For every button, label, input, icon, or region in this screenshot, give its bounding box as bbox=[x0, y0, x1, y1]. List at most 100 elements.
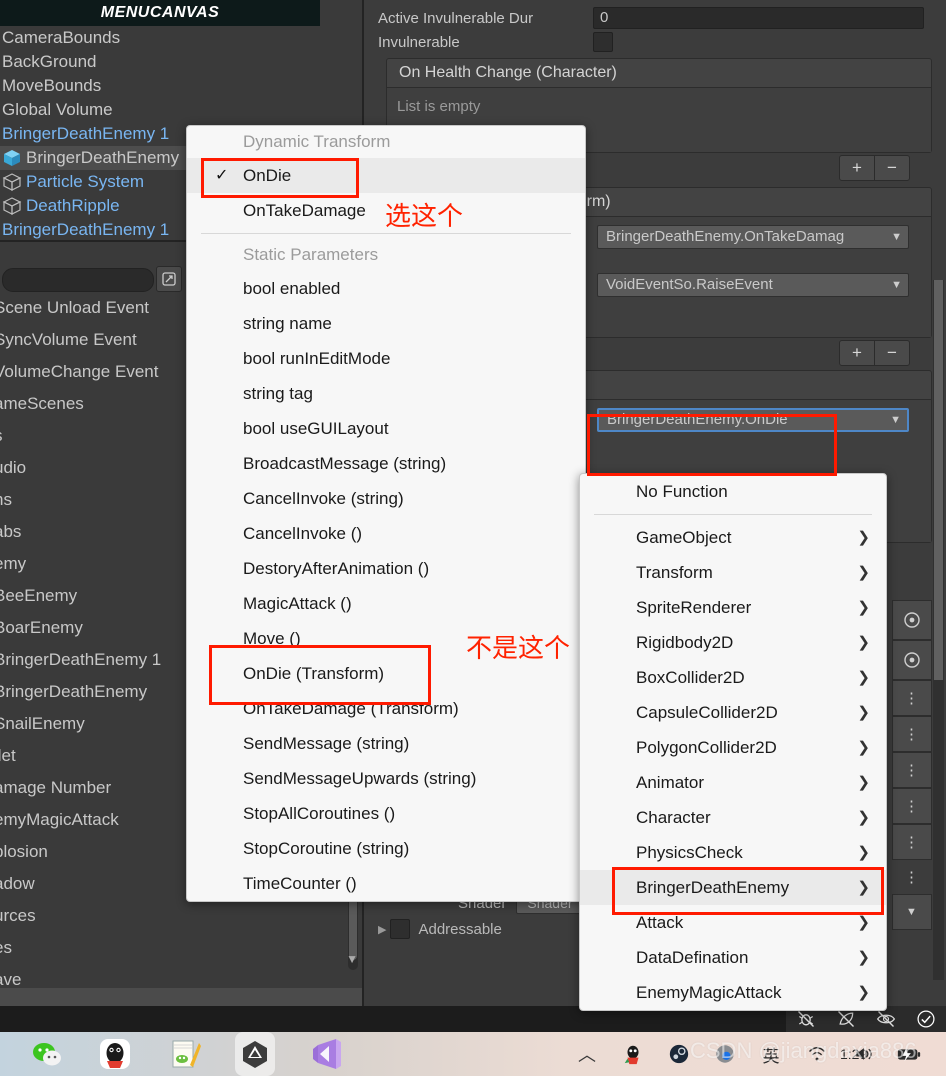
qq-tray-icon bbox=[624, 1045, 639, 1065]
eye-muted-icon[interactable] bbox=[876, 1009, 896, 1029]
menu-item-label: DataDefination bbox=[636, 948, 749, 967]
component-menu-button[interactable]: ⋮ bbox=[892, 680, 932, 716]
menu-item-transform[interactable]: Transform ❯ bbox=[580, 555, 886, 590]
taskbar-icon-wechat[interactable] bbox=[24, 1032, 70, 1076]
list-empty-text: List is empty bbox=[397, 98, 481, 115]
taskbar-icon-qq[interactable] bbox=[92, 1032, 138, 1076]
menu-item-label: string name bbox=[243, 314, 332, 333]
menu-item-static[interactable]: bool runInEditMode bbox=[187, 341, 585, 376]
menu-item-enemymagicattack[interactable]: EnemyMagicAttack ❯ bbox=[580, 975, 886, 1010]
menu-item-label: bool useGUILayout bbox=[243, 419, 389, 438]
hierarchy-item[interactable]: BackGround bbox=[0, 50, 362, 74]
menu-item-static[interactable]: SendMessage (string) bbox=[187, 726, 585, 761]
remove-button[interactable]: − bbox=[874, 156, 909, 180]
component-menu-button[interactable]: ⋮ bbox=[892, 752, 932, 788]
menu-item-static[interactable]: StopAllCoroutines () bbox=[187, 796, 585, 831]
notepad-icon bbox=[172, 1040, 201, 1068]
chevron-down-icon: ▼ bbox=[891, 231, 902, 243]
menu-item-static[interactable]: bool useGUILayout bbox=[187, 411, 585, 446]
hierarchy-item[interactable]: MoveBounds bbox=[0, 74, 362, 98]
scrollbar-thumb[interactable] bbox=[934, 280, 943, 680]
menu-item-character[interactable]: Character ❯ bbox=[580, 800, 886, 835]
invulnerable-checkbox[interactable] bbox=[593, 32, 613, 52]
hierarchy-item[interactable]: Global Volume bbox=[0, 98, 362, 122]
on-take-damage-function-dropdown[interactable]: BringerDeathEnemy.OnTakeDamag ▼ bbox=[597, 225, 909, 249]
menu-item-boxcollider2d[interactable]: BoxCollider2D ❯ bbox=[580, 660, 886, 695]
menu-item-no-function[interactable]: No Function bbox=[580, 474, 886, 509]
menu-item-label: OnDie bbox=[243, 166, 292, 185]
menu-item-ondie-dynamic[interactable]: ✓ OnDie bbox=[187, 158, 585, 193]
active-invulnerable-duration-input[interactable]: 0 bbox=[593, 7, 924, 29]
menu-item-capsulecollider2d[interactable]: CapsuleCollider2D ❯ bbox=[580, 695, 886, 730]
menu-item-static[interactable]: TimeCounter () bbox=[187, 866, 585, 901]
menu-item-label: Rigidbody2D bbox=[636, 633, 734, 652]
chevron-down-icon[interactable]: ▼ bbox=[346, 952, 358, 966]
remove-button[interactable]: − bbox=[874, 341, 909, 365]
inspector-scrollbar[interactable] bbox=[933, 280, 944, 980]
annotation-not-this: 不是这个 bbox=[466, 634, 571, 664]
preset-dropdown-button[interactable]: ▼ bbox=[892, 894, 932, 930]
component-menu-button[interactable]: ⋮ bbox=[892, 824, 932, 860]
menu-separator bbox=[594, 514, 872, 515]
popout-arrow-icon bbox=[162, 272, 176, 286]
menu-item-physicscheck[interactable]: PhysicsCheck ❯ bbox=[580, 835, 886, 870]
hierarchy-item-label: DeathRipple bbox=[26, 196, 120, 215]
project-item[interactable]: es bbox=[0, 932, 362, 964]
foldout-arrow-icon[interactable]: ▶ bbox=[378, 923, 386, 936]
menu-item-animator[interactable]: Animator ❯ bbox=[580, 765, 886, 800]
chevron-right-icon: ❯ bbox=[857, 529, 870, 546]
menu-item-label: StopCoroutine (string) bbox=[243, 839, 410, 858]
component-menu-button[interactable]: ⋮ bbox=[892, 716, 932, 752]
popout-icon[interactable] bbox=[156, 266, 182, 292]
menu-item-label: Attack bbox=[636, 913, 684, 932]
leaf-muted-icon[interactable] bbox=[836, 1009, 856, 1029]
function-picker-menu: No Function GameObject ❯ Transform ❯ Sprit… bbox=[579, 473, 887, 1011]
taskbar-icon-notepad[interactable] bbox=[162, 1032, 208, 1076]
menu-item-attack[interactable]: Attack ❯ bbox=[580, 905, 886, 940]
menu-item-rigidbody2d[interactable]: Rigidbody2D ❯ bbox=[580, 625, 886, 660]
menu-item-spriterenderer[interactable]: SpriteRenderer ❯ bbox=[580, 590, 886, 625]
bug-muted-icon[interactable] bbox=[796, 1009, 816, 1029]
search-input[interactable] bbox=[2, 268, 154, 292]
add-button[interactable]: + bbox=[840, 341, 874, 365]
wechat-icon bbox=[33, 1043, 61, 1066]
menu-item-static[interactable]: bool enabled bbox=[187, 271, 585, 306]
chevron-down-icon: ▼ bbox=[891, 279, 902, 291]
chevron-right-icon: ❯ bbox=[857, 599, 870, 616]
chevron-right-icon: ❯ bbox=[857, 949, 870, 966]
menu-item-static[interactable]: MagicAttack () bbox=[187, 586, 585, 621]
taskbar-icon-visual-studio[interactable] bbox=[304, 1032, 350, 1076]
component-menu-button[interactable]: ⋮ bbox=[892, 860, 932, 894]
target-picker-icon[interactable] bbox=[892, 600, 932, 640]
project-item[interactable]: urces bbox=[0, 900, 362, 932]
addressable-checkbox[interactable] bbox=[390, 919, 411, 939]
menu-item-static[interactable]: CancelInvoke () bbox=[187, 516, 585, 551]
menu-item-ontakedamage-transform[interactable]: OnTakeDamage (Transform) bbox=[187, 691, 585, 726]
check-circle-icon[interactable] bbox=[916, 1009, 936, 1029]
chevron-right-icon: ❯ bbox=[857, 809, 870, 826]
add-button[interactable]: + bbox=[840, 156, 874, 180]
component-menu-button[interactable]: ⋮ bbox=[892, 788, 932, 824]
menu-item-static[interactable]: string tag bbox=[187, 376, 585, 411]
taskbar-icon-unity[interactable] bbox=[232, 1032, 278, 1076]
hierarchy-item-label: BringerDeathEnemy 1 bbox=[2, 220, 170, 239]
hierarchy-item[interactable]: CameraBounds bbox=[0, 26, 362, 50]
menu-item-gameobject[interactable]: GameObject ❯ bbox=[580, 520, 886, 555]
menu-item-static[interactable]: CancelInvoke (string) bbox=[187, 481, 585, 516]
tray-icon-qq[interactable] bbox=[610, 1032, 656, 1076]
menu-item-static[interactable]: string name bbox=[187, 306, 585, 341]
hierarchy-item-label: BringerDeathEnemy 1 bbox=[2, 124, 170, 143]
hierarchy-item-label: MoveBounds bbox=[2, 76, 102, 95]
on-die-function-dropdown[interactable]: BringerDeathEnemy.OnDie ▼ bbox=[597, 408, 909, 432]
menu-item-static[interactable]: BroadcastMessage (string) bbox=[187, 446, 585, 481]
menu-item-static[interactable]: StopCoroutine (string) bbox=[187, 831, 585, 866]
menu-item-static[interactable]: SendMessageUpwards (string) bbox=[187, 761, 585, 796]
target-picker-icon-2[interactable] bbox=[892, 640, 932, 680]
menu-item-polygoncollider2d[interactable]: PolygonCollider2D ❯ bbox=[580, 730, 886, 765]
menu-item-static[interactable]: DestoryAfterAnimation () bbox=[187, 551, 585, 586]
active-invulnerable-duration-row: Active Invulnerable Dur 0 bbox=[364, 6, 946, 30]
menu-item-datadefination[interactable]: DataDefination ❯ bbox=[580, 940, 886, 975]
on-take-damage-function-dropdown-2[interactable]: VoidEventSo.RaiseEvent ▼ bbox=[597, 273, 909, 297]
menu-item-bringerdeathenemy[interactable]: BringerDeathEnemy ❯ bbox=[580, 870, 886, 905]
tray-icon-chevron-up[interactable]: ︿ bbox=[564, 1032, 610, 1076]
